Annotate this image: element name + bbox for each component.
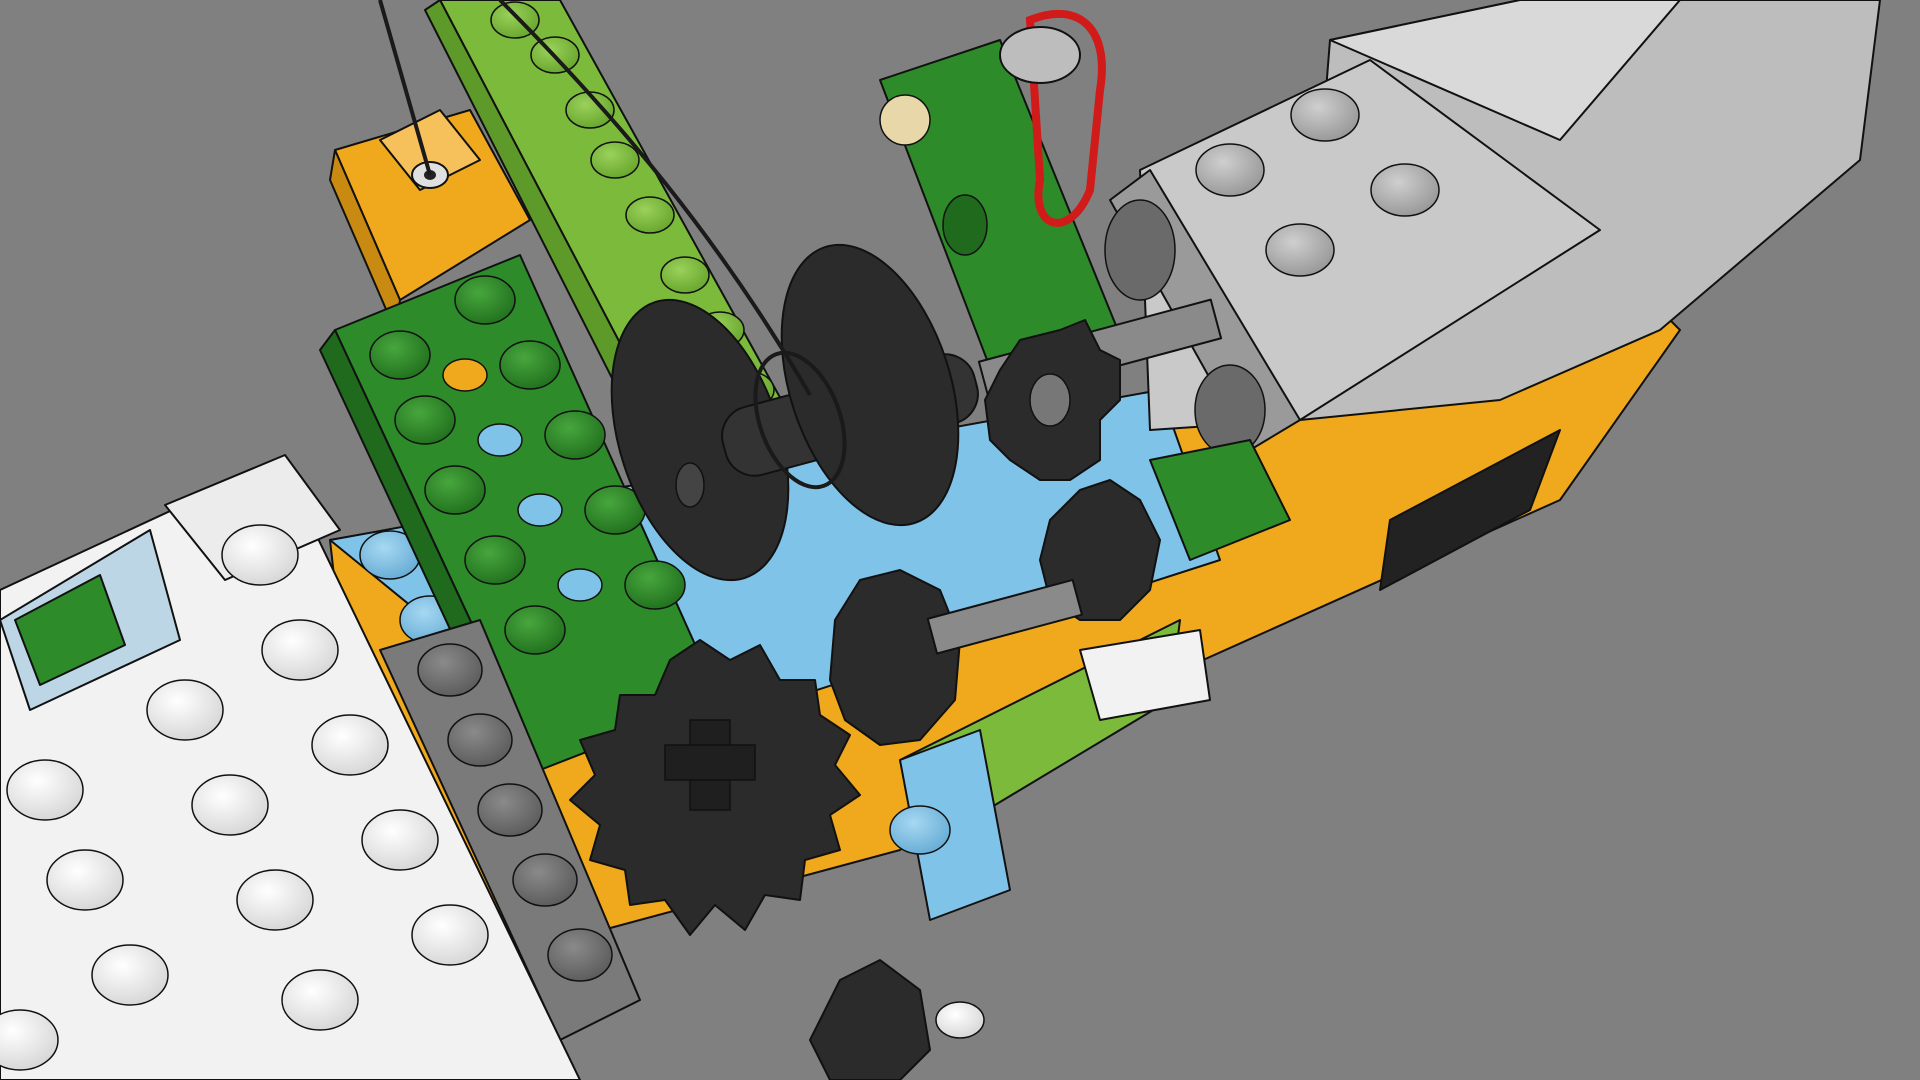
- technic-hole: [442, 358, 488, 392]
- technic-hole: [517, 493, 563, 527]
- technic-hole: [557, 568, 603, 602]
- white-pulley: [999, 26, 1081, 84]
- axle-cross: [675, 462, 705, 508]
- white-stud-bottom: [935, 1001, 985, 1039]
- lego-scene: [0, 0, 1920, 1080]
- motor-hole: [1104, 199, 1176, 301]
- technic-hole: [477, 423, 523, 457]
- motor-hole: [1194, 364, 1266, 456]
